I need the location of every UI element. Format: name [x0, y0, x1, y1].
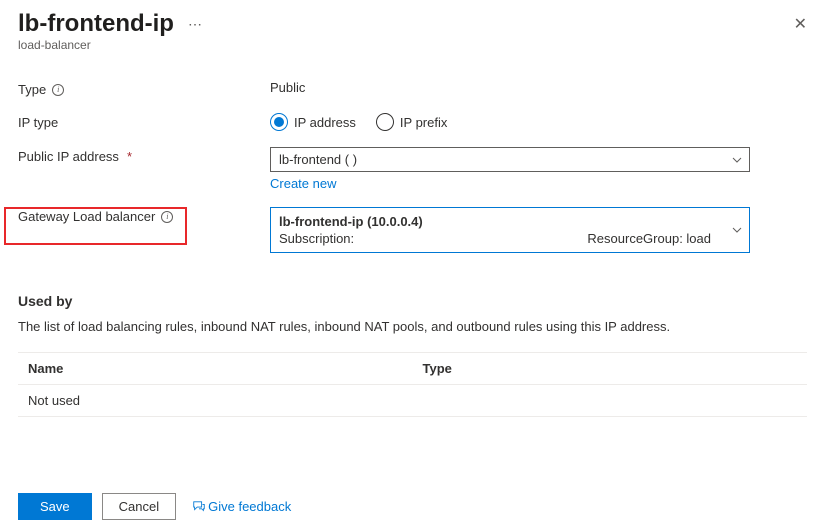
gwlb-selected-title: lb-frontend-ip (10.0.0.4)	[279, 214, 721, 229]
radio-label-prefix: IP prefix	[400, 115, 447, 130]
publicip-label: Public IP address	[18, 149, 119, 164]
usedby-heading: Used by	[18, 293, 807, 309]
publicip-select[interactable]: lb-frontend ( )	[270, 147, 750, 172]
gwlb-subscription-label: Subscription:	[279, 231, 354, 246]
radio-ip-address[interactable]: IP address	[270, 113, 356, 131]
usedby-table: Name Type Not used	[18, 352, 807, 417]
gwlb-label: Gateway Load balancer	[18, 209, 155, 224]
info-icon[interactable]: i	[52, 84, 64, 96]
iptype-label: IP type	[18, 115, 58, 130]
page-subtitle: load-balancer	[18, 38, 807, 52]
required-indicator: *	[127, 149, 132, 164]
type-value: Public	[270, 80, 807, 95]
gwlb-select[interactable]: lb-frontend-ip (10.0.0.4) Subscription: …	[270, 207, 750, 253]
radio-label-address: IP address	[294, 115, 356, 130]
col-name: Name	[18, 353, 413, 385]
radio-icon	[270, 113, 288, 131]
radio-ip-prefix[interactable]: IP prefix	[376, 113, 447, 131]
feedback-label: Give feedback	[208, 499, 291, 514]
page-title: lb-frontend-ip	[18, 10, 174, 38]
info-icon[interactable]: i	[161, 211, 173, 223]
panel-header: lb-frontend-ip ⋯ load-balancer ✕	[18, 10, 807, 52]
gwlb-resourcegroup: ResourceGroup: load	[587, 231, 721, 246]
chevron-down-icon	[731, 224, 743, 236]
usedby-description: The list of load balancing rules, inboun…	[18, 319, 807, 334]
iptype-radio-group: IP address IP prefix	[270, 113, 807, 131]
save-button[interactable]: Save	[18, 493, 92, 520]
panel-footer: Save Cancel Give feedback	[18, 493, 807, 520]
publicip-value: lb-frontend ( )	[279, 152, 357, 167]
radio-icon	[376, 113, 394, 131]
feedback-icon	[192, 500, 206, 514]
table-row: Not used	[18, 385, 807, 417]
cell-notused: Not used	[18, 385, 413, 417]
type-label: Type	[18, 82, 46, 97]
cancel-button[interactable]: Cancel	[102, 493, 176, 520]
chevron-down-icon	[731, 154, 743, 166]
close-icon[interactable]: ✕	[794, 14, 807, 34]
col-type: Type	[413, 353, 808, 385]
more-actions-button[interactable]: ⋯	[184, 16, 206, 33]
give-feedback-link[interactable]: Give feedback	[192, 499, 291, 514]
create-new-link[interactable]: Create new	[270, 176, 336, 191]
